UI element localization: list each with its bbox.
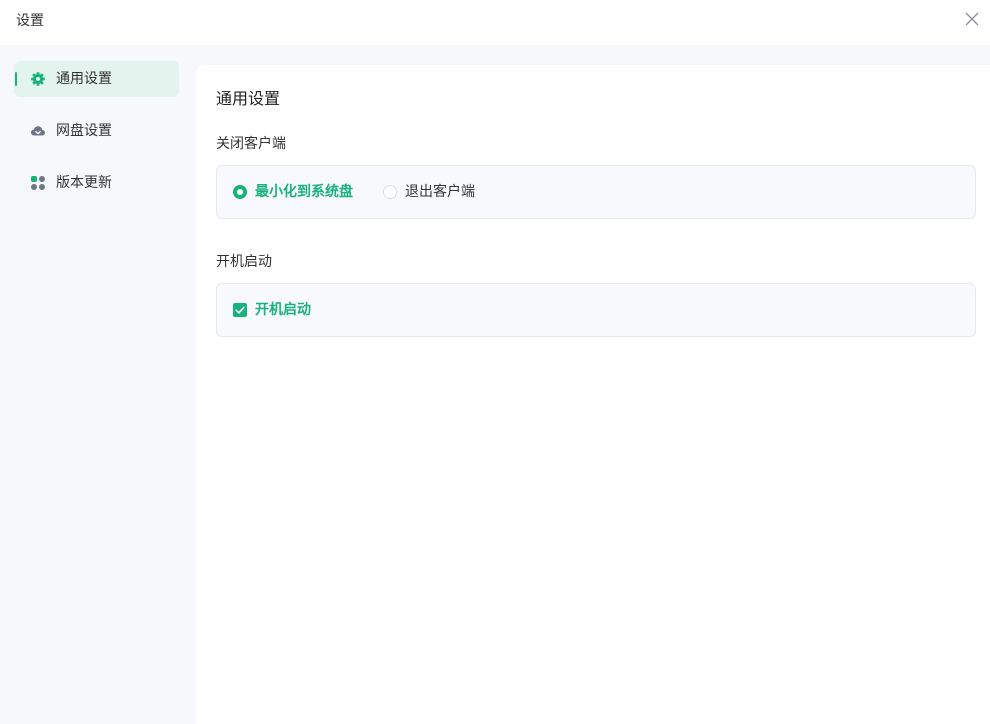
startup-section-label: 开机启动 (216, 254, 272, 270)
close-client-options: 最小化到系统盘 退出客户端 (216, 165, 976, 219)
close-button[interactable] (962, 9, 982, 29)
radio-label: 最小化到系统盘 (255, 184, 353, 200)
checkbox-label: 开机启动 (255, 302, 311, 318)
page-title: 通用设置 (216, 89, 281, 108)
radio-label: 退出客户端 (405, 184, 475, 200)
sidebar-item-label: 网盘设置 (56, 123, 112, 139)
window-title: 设置 (16, 13, 44, 29)
sidebar-item-cloud-drive[interactable]: 网盘设置 (14, 113, 179, 149)
sidebar-item-label: 通用设置 (56, 71, 112, 87)
cloud-icon (30, 123, 46, 139)
gear-icon (30, 71, 46, 87)
close-icon (965, 12, 979, 26)
grid-icon (30, 175, 46, 191)
sidebar-item-version-update[interactable]: 版本更新 (14, 165, 179, 201)
radio-checked-icon (233, 185, 247, 199)
checkbox-checked-icon (233, 303, 247, 317)
startup-options: 开机启动 (216, 283, 976, 337)
sidebar-item-general[interactable]: 通用设置 (14, 61, 179, 97)
settings-panel: 通用设置 关闭客户端 最小化到系统盘 退出客户端 开机启动 开机启动 (196, 65, 990, 724)
sidebar-item-label: 版本更新 (56, 175, 112, 191)
close-client-section-label: 关闭客户端 (216, 136, 286, 152)
title-bar: 设置 (0, 0, 990, 45)
active-indicator (15, 72, 17, 86)
radio-unchecked-icon (383, 185, 397, 199)
sidebar: 通用设置 网盘设置 版本更新 (0, 45, 196, 724)
